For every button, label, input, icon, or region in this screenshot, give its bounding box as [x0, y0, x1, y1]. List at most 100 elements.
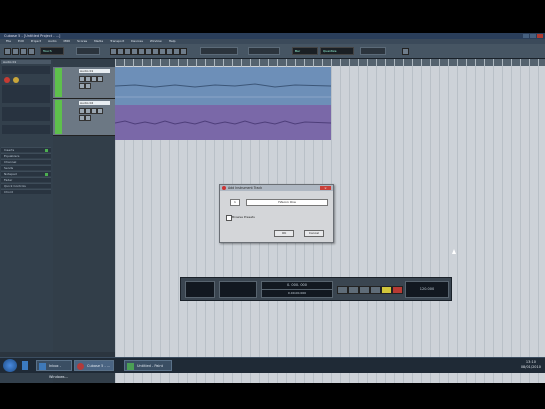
- color-palette-button[interactable]: [402, 48, 409, 55]
- nudge-palette[interactable]: [200, 47, 238, 55]
- inspector-track-name[interactable]: Audio 01: [1, 60, 51, 64]
- inspector-section[interactable]: Fader: [1, 177, 51, 182]
- cancel-button[interactable]: Cancel: [304, 230, 324, 237]
- forward-button[interactable]: [348, 286, 359, 294]
- line-tool[interactable]: [166, 48, 173, 55]
- taskbar-item-label: Untitled - Paint: [137, 364, 163, 368]
- erase-tool[interactable]: [138, 48, 145, 55]
- taskbar-item-label: Inbox - Windows...: [49, 364, 68, 379]
- inspector-section[interactable]: Channel: [1, 159, 51, 164]
- inspector-section[interactable]: Inserts: [1, 147, 51, 152]
- audio-event[interactable]: [114, 105, 332, 140]
- menu-transport[interactable]: Transport: [110, 39, 124, 43]
- locator-display[interactable]: [219, 281, 257, 298]
- taskbar-item[interactable]: Cubase 5 - ...: [74, 360, 114, 371]
- track-row[interactable]: Audio 01: [53, 67, 115, 99]
- routing-controls[interactable]: [2, 107, 50, 121]
- cubase-icon: [222, 186, 226, 190]
- grid-type-display[interactable]: Bar: [292, 47, 318, 55]
- menu-scores[interactable]: Scores: [77, 39, 87, 43]
- menu-midi[interactable]: MIDI: [64, 39, 71, 43]
- play-tool[interactable]: [173, 48, 180, 55]
- waveform-icon: [114, 120, 332, 125]
- track-color-strip: [55, 68, 62, 97]
- volume-pan-controls[interactable]: [2, 85, 50, 103]
- track-name[interactable]: Audio 01: [79, 69, 110, 73]
- windows-taskbar: Inbox - Windows... Cubase 5 - ... Untitl…: [0, 357, 545, 379]
- close-icon[interactable]: ×: [320, 186, 331, 190]
- track-name[interactable]: Audio 02: [79, 101, 110, 105]
- record-enable-icon[interactable]: [4, 77, 10, 83]
- constrain-delay-button[interactable]: [12, 48, 19, 55]
- split-tool[interactable]: [124, 48, 131, 55]
- quick-launch-ie-icon[interactable]: [22, 361, 28, 370]
- section-active-icon: [45, 173, 48, 176]
- record-button[interactable]: [392, 286, 403, 294]
- instrument-select[interactable]: HALion One: [246, 199, 328, 206]
- activate-project-button[interactable]: [4, 48, 11, 55]
- close-icon[interactable]: [537, 34, 543, 38]
- input-output-routing[interactable]: [2, 125, 50, 134]
- cubase-window: Cubase 5 - [Untitled Project - ...] File…: [0, 33, 545, 383]
- inspector-section[interactable]: Equalizers: [1, 153, 51, 158]
- show-inspector-button[interactable]: [20, 48, 27, 55]
- menu-window[interactable]: Window: [150, 39, 162, 43]
- menu-audio[interactable]: Audio: [48, 39, 57, 43]
- menu-media[interactable]: Media: [94, 39, 103, 43]
- cubase-icon: [77, 363, 84, 370]
- quantize-display[interactable]: Quantize: [320, 47, 354, 55]
- menu-help[interactable]: Help: [169, 39, 176, 43]
- add-instrument-dialog: Add Instrument Track × 1 HALion One Brow…: [219, 184, 334, 243]
- minimize-icon[interactable]: [523, 34, 529, 38]
- menu-file[interactable]: File: [6, 39, 11, 43]
- track-row[interactable]: Audio 02: [53, 99, 115, 136]
- count-field[interactable]: 1: [230, 199, 240, 206]
- menu-devices[interactable]: Devices: [131, 39, 143, 43]
- menu-project[interactable]: Project: [31, 39, 41, 43]
- play-button[interactable]: [381, 286, 392, 294]
- object-select-tool[interactable]: [110, 48, 117, 55]
- color-tool[interactable]: [180, 48, 187, 55]
- audio-event[interactable]: [114, 67, 332, 105]
- mail-icon: [39, 363, 46, 370]
- write-automation-button[interactable]: [97, 108, 103, 114]
- menu-edit[interactable]: Edit: [18, 39, 24, 43]
- show-info-button[interactable]: [28, 48, 35, 55]
- track-list: Audio 01 Audio 02: [53, 59, 115, 383]
- tempo-display[interactable]: 120.000: [405, 281, 449, 298]
- monitor-button[interactable]: [85, 115, 91, 121]
- taskbar-item-label: Cubase 5 - ...: [87, 364, 111, 368]
- inspector-section[interactable]: Notepad: [1, 171, 51, 176]
- section-active-icon: [45, 149, 48, 152]
- glue-tool[interactable]: [131, 48, 138, 55]
- monitor-button[interactable]: [85, 83, 91, 89]
- stop-button[interactable]: [370, 286, 381, 294]
- auto-scroll-controls[interactable]: [248, 47, 280, 55]
- mute-tool[interactable]: [152, 48, 159, 55]
- secondary-time-display[interactable]: 0.00.00.000: [261, 289, 333, 298]
- write-automation-button[interactable]: [97, 76, 103, 82]
- ok-button[interactable]: OK: [274, 230, 294, 237]
- start-button-icon[interactable]: [3, 359, 17, 372]
- transport-mini[interactable]: [76, 47, 100, 55]
- automation-mode-display[interactable]: Touch: [40, 47, 64, 55]
- range-tool[interactable]: [117, 48, 124, 55]
- taskbar-item[interactable]: Inbox - Windows...: [36, 360, 72, 379]
- inspector-section[interactable]: Chord: [1, 189, 51, 194]
- clock[interactable]: 13:10 08/01/2010: [521, 360, 541, 370]
- draw-tool[interactable]: [159, 48, 166, 55]
- track-buttons: [2, 66, 50, 74]
- maximize-icon[interactable]: [530, 34, 536, 38]
- zoom-tool[interactable]: [145, 48, 152, 55]
- inspector-section[interactable]: Quick Controls: [1, 183, 51, 188]
- system-tray[interactable]: [488, 362, 508, 368]
- inspector-section[interactable]: Sends: [1, 165, 51, 170]
- track-color-strip: [55, 100, 62, 134]
- monitor-icon[interactable]: [13, 77, 19, 83]
- snap-controls[interactable]: [360, 47, 386, 55]
- browse-presets-label: Browse Presets: [232, 215, 255, 219]
- project-toolbar: Touch Bar Quantize: [0, 44, 545, 59]
- taskbar-item[interactable]: Untitled - Paint: [124, 360, 172, 371]
- cycle-button[interactable]: [359, 286, 370, 294]
- rewind-button[interactable]: [337, 286, 348, 294]
